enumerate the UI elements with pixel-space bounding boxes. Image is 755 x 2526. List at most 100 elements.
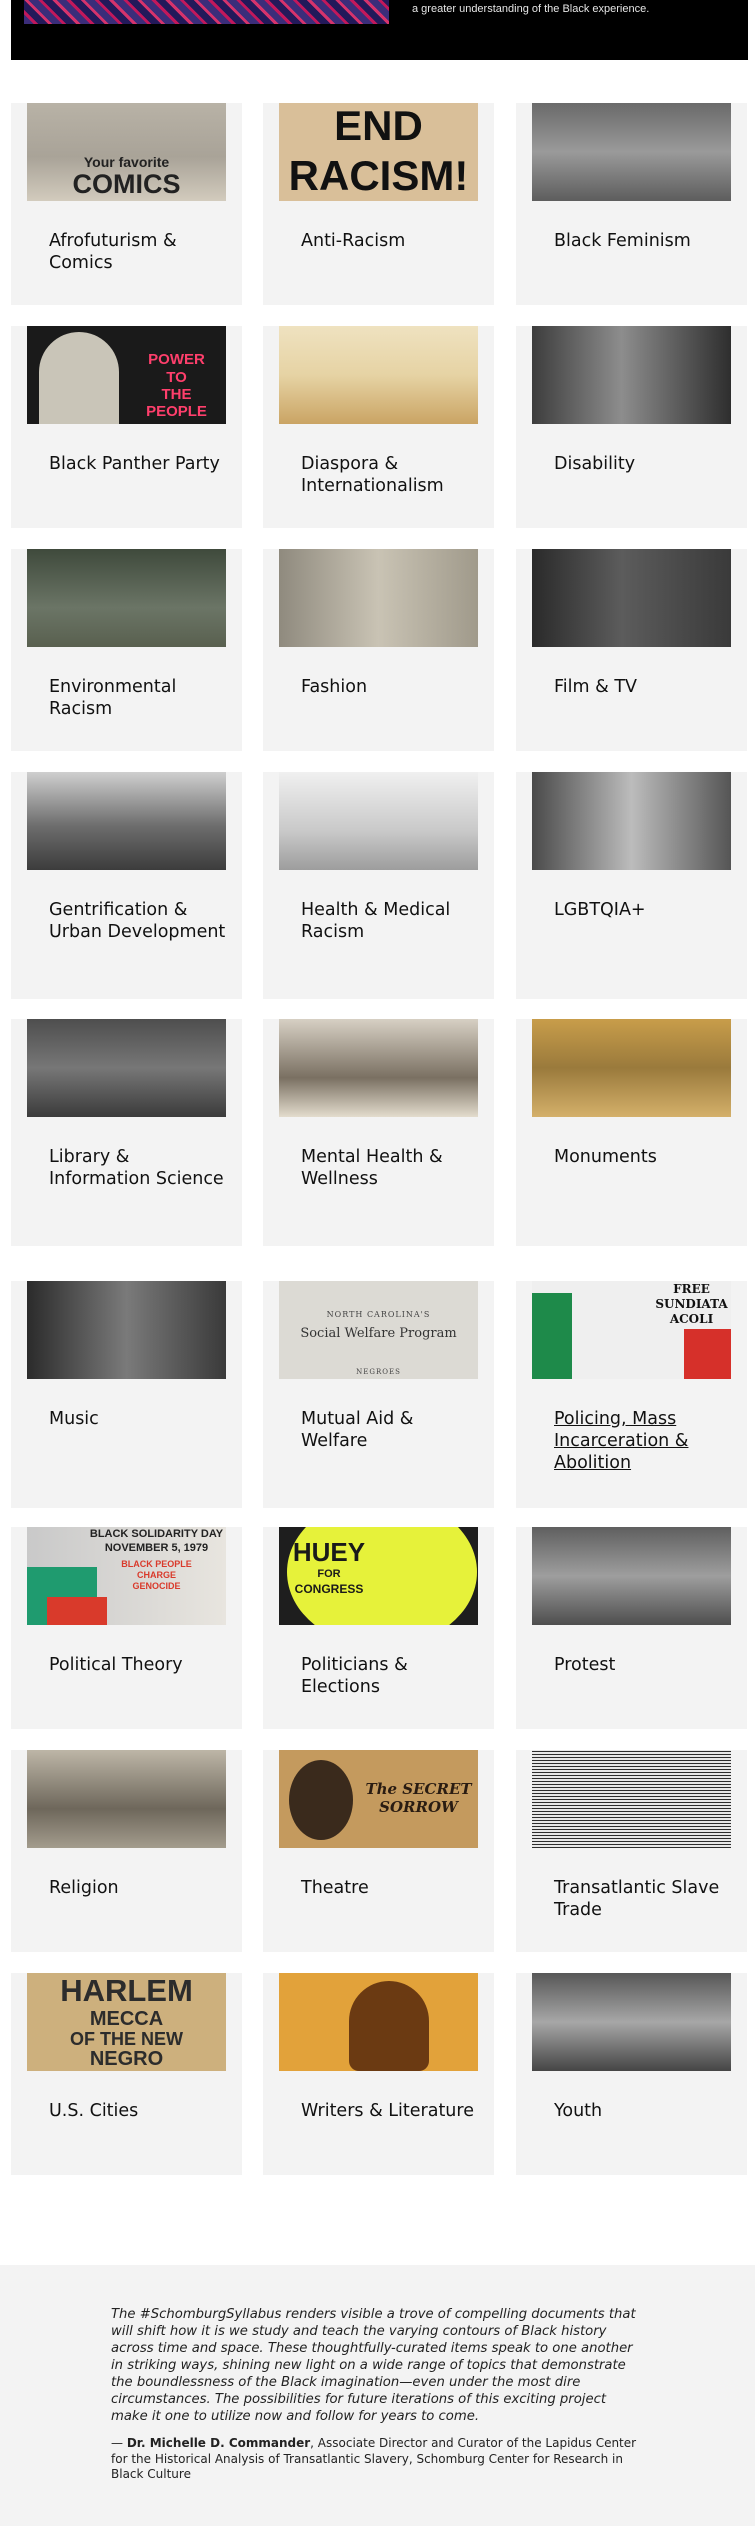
topic-link[interactable]: Political Theory (49, 1654, 227, 1676)
thumb-caption: COMICS (72, 169, 181, 199)
thumb-caption: POWER (148, 351, 205, 368)
thumb-caption: NEGROES (356, 1368, 401, 1376)
topic-card[interactable]: Environmental Racism (11, 549, 242, 751)
topic-link[interactable]: Politicians & Elections (301, 1654, 479, 1698)
comics-covers-photo[interactable]: Your favorite COMICS (27, 103, 226, 201)
topic-card[interactable]: NORTH CAROLINA'S Social Welfare Program NE… (263, 1281, 494, 1508)
saxophonist-photo[interactable] (27, 1281, 226, 1379)
thumb-caption: The SECRET (365, 1780, 472, 1798)
thumb-caption: NORTH CAROLINA'S (326, 1310, 431, 1319)
topic-card[interactable]: Music (11, 1281, 242, 1508)
topic-link[interactable]: Health & Medical Racism (301, 899, 479, 943)
flag-green (532, 1293, 572, 1379)
topic-card[interactable]: END RACISM! Anti-Racism (263, 103, 494, 305)
topic-link[interactable]: LGBTQIA+ (554, 899, 732, 921)
topic-link[interactable]: Policing, Mass Incarceration & Abolition (554, 1408, 732, 1474)
thumb-caption: NEGRO (89, 2048, 164, 2070)
library-office-photo[interactable] (27, 1019, 226, 1117)
hero-tagline: a greater understanding of the Black exp… (412, 3, 650, 15)
thumb-caption: BLACK PEOPLE (121, 1559, 192, 1569)
topic-link[interactable]: U.S. Cities (49, 2100, 227, 2122)
city-street-photo[interactable] (27, 772, 226, 870)
black-solidarity-day-poster[interactable]: BLACK SOLIDARITY DAY NOVEMBER 5, 1979 BLAC… (27, 1527, 226, 1625)
topic-card[interactable]: Writers & Literature (263, 1973, 494, 2175)
thumb-caption: NOVEMBER 5, 1979 (104, 1542, 209, 1554)
topic-link[interactable]: Library & Information Science (49, 1146, 227, 1190)
topic-link[interactable]: Environmental Racism (49, 676, 227, 720)
topic-card[interactable]: Fashion (263, 549, 494, 751)
topic-link[interactable]: Transatlantic Slave Trade (554, 1877, 732, 1921)
topic-link[interactable]: Black Panther Party (49, 453, 227, 475)
topic-card[interactable]: The SECRET SORROW Theatre (263, 1750, 494, 1952)
thumb-caption: OF THE NEW (70, 2029, 183, 2049)
topic-link[interactable]: Protest (554, 1654, 732, 1676)
social-welfare-document[interactable]: NORTH CAROLINA'S Social Welfare Program NE… (279, 1281, 478, 1379)
topic-link[interactable]: Writers & Literature (301, 2100, 479, 2122)
outdoor-gathering-photo[interactable] (279, 1019, 478, 1117)
topic-link[interactable]: Fashion (301, 676, 479, 698)
figures-mural-drawing[interactable] (27, 1750, 226, 1848)
hero-banner: a greater understanding of the Black exp… (11, 0, 748, 60)
topic-link[interactable]: Anti-Racism (301, 230, 479, 252)
kneeling-figure-engraving[interactable] (532, 1750, 731, 1848)
topic-card[interactable]: Gentrification & Urban Development (11, 772, 242, 999)
monument-stereograph[interactable] (532, 1019, 731, 1117)
desert-caravan-painting[interactable] (279, 326, 478, 424)
field-workers-photo[interactable] (27, 549, 226, 647)
woman-portrait-photo[interactable] (279, 549, 478, 647)
poster-block-red (47, 1597, 107, 1625)
topic-card[interactable]: Monuments (516, 1019, 747, 1246)
topic-card[interactable]: HARLEM MECCA OF THE NEW NEGRO U.S. Cities (11, 1973, 242, 2175)
topic-card[interactable]: Diaspora & Internationalism (263, 326, 494, 528)
hospital-ward-photo[interactable] (279, 772, 478, 870)
seated-protester-photo[interactable] (532, 1527, 731, 1625)
secret-sorrow-playbill[interactable]: The SECRET SORROW (279, 1750, 478, 1848)
topic-link[interactable]: Mutual Aid & Welfare (301, 1408, 479, 1452)
portrait-oval (289, 1760, 353, 1840)
medical-examination-photo[interactable] (532, 326, 731, 424)
topic-link[interactable]: Film & TV (554, 676, 732, 698)
topic-card[interactable]: Youth (516, 1973, 747, 2175)
topic-link[interactable]: Monuments (554, 1146, 732, 1168)
thumb-caption: BLACK SOLIDARITY DAY (89, 1528, 224, 1540)
topic-card[interactable]: LGBTQIA+ (516, 772, 747, 999)
topic-link[interactable]: Disability (554, 453, 732, 475)
topic-card[interactable]: Black Feminism (516, 103, 747, 305)
topic-card[interactable]: FREE SUNDIATA ACOLI Policing, Mass Incarcer… (516, 1281, 747, 1508)
thumb-caption: GENOCIDE (132, 1581, 181, 1591)
topic-link[interactable]: Youth (554, 2100, 732, 2122)
quote-attribution: — Dr. Michelle D. Commander, Associate D… (111, 2436, 646, 2483)
topic-link[interactable]: Afrofuturism & Comics (49, 230, 227, 274)
topic-link[interactable]: Theatre (301, 1877, 479, 1899)
portrait-figure (349, 1981, 429, 2071)
topic-link[interactable]: Black Feminism (554, 230, 732, 252)
topic-card[interactable]: Mental Health & Wellness (263, 1019, 494, 1246)
topic-link[interactable]: Religion (49, 1877, 227, 1899)
topic-card[interactable]: Film & TV (516, 549, 747, 751)
topic-card[interactable]: Library & Information Science (11, 1019, 242, 1246)
end-racism-poster[interactable]: END RACISM! (279, 103, 478, 201)
topic-card[interactable]: BLACK SOLIDARITY DAY NOVEMBER 5, 1979 BLAC… (11, 1527, 242, 1729)
topic-card[interactable]: Health & Medical Racism (263, 772, 494, 999)
topic-card[interactable]: Disability (516, 326, 747, 528)
topic-card[interactable]: POWER TO THE PEOPLE Black Panther Party (11, 326, 242, 528)
harlem-mecca-poster[interactable]: HARLEM MECCA OF THE NEW NEGRO (27, 1973, 226, 2071)
topic-link[interactable]: Music (49, 1408, 227, 1430)
topic-card[interactable]: Your favorite COMICS Afrofuturism & Comics (11, 103, 242, 305)
topic-link[interactable]: Mental Health & Wellness (301, 1146, 479, 1190)
children-in-classroom-photo[interactable] (532, 1973, 731, 2071)
topic-card[interactable]: Religion (11, 1750, 242, 1952)
topic-link[interactable]: Gentrification & Urban Development (49, 899, 227, 943)
man-in-front-of-shop-photo[interactable] (532, 549, 731, 647)
women-at-table-photo[interactable] (532, 103, 731, 201)
topic-card[interactable]: Protest (516, 1527, 747, 1729)
free-sundiata-poster[interactable]: FREE SUNDIATA ACOLI (532, 1281, 731, 1379)
topic-card[interactable]: HUEY FOR CONGRESS Politicians & Elections (263, 1527, 494, 1729)
topic-card[interactable]: Transatlantic Slave Trade (516, 1750, 747, 1952)
performers-photo[interactable] (532, 772, 731, 870)
power-to-the-people-poster[interactable]: POWER TO THE PEOPLE (27, 326, 226, 424)
thumb-caption: HARLEM (60, 1973, 193, 2008)
topic-link[interactable]: Diaspora & Internationalism (301, 453, 479, 497)
huey-for-congress-button[interactable]: HUEY FOR CONGRESS (279, 1527, 478, 1625)
journal-cover-portrait[interactable] (279, 1973, 478, 2071)
